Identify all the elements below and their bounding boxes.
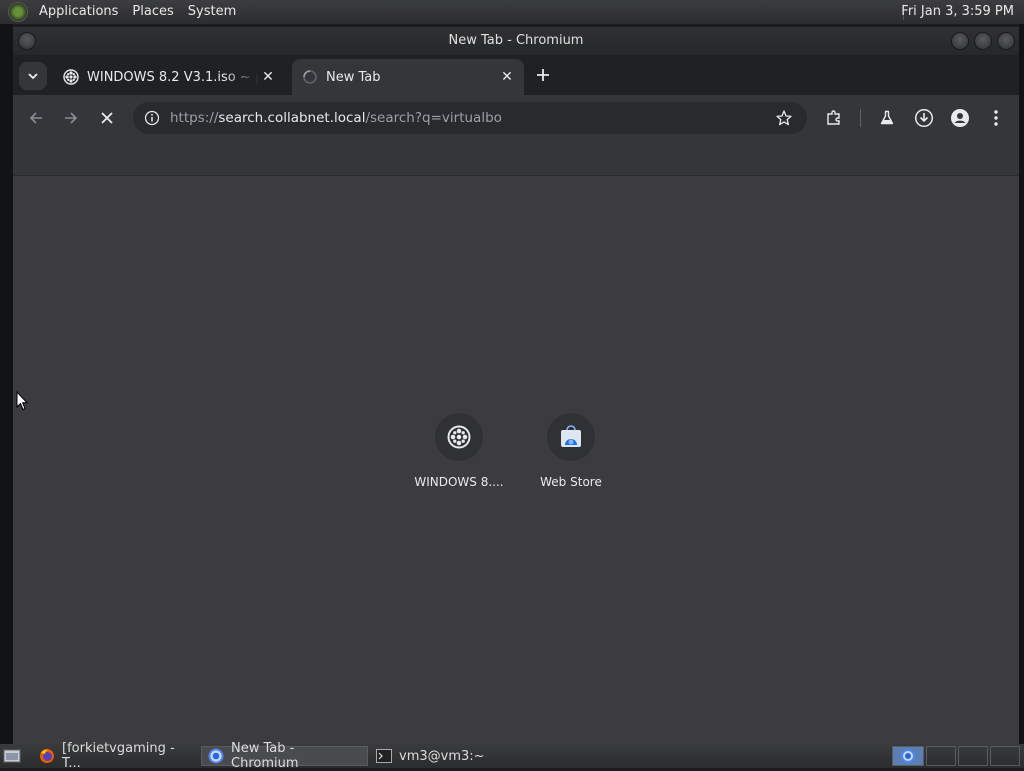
- shortcut-icon-circle: [547, 413, 595, 461]
- chromium-icon: [208, 748, 224, 764]
- chromium-icon: [901, 749, 915, 763]
- taskbar-item-label: vm3@vm3:~: [399, 748, 485, 764]
- bookmarks-bar: [13, 141, 1019, 176]
- profile-button[interactable]: [949, 107, 971, 129]
- site-info-icon[interactable]: [144, 110, 160, 126]
- applications-menu[interactable]: Applications: [32, 0, 125, 24]
- firefox-icon: [39, 748, 55, 764]
- system-menu[interactable]: System: [181, 0, 243, 24]
- web-store-icon: [561, 425, 581, 447]
- mouse-pointer-icon: [16, 391, 28, 411]
- close-tab-icon[interactable]: ✕: [259, 68, 277, 86]
- places-menu[interactable]: Places: [125, 0, 180, 24]
- url-scheme: https://: [170, 110, 219, 126]
- download-icon: [914, 108, 934, 128]
- workspace-2[interactable]: [926, 746, 956, 766]
- shortcut-tile-windows[interactable]: WINDOWS 8....: [409, 413, 509, 489]
- tab-windows-iso[interactable]: WINDOWS 8.2 V3.1.iso ~ pixeldrain ✕: [53, 59, 285, 95]
- new-tab-button[interactable]: [531, 63, 555, 87]
- window-menu-icon[interactable]: [18, 32, 36, 50]
- flask-icon: [880, 110, 894, 125]
- taskbar-item-label: [forkietvgaming - T...: [62, 741, 175, 771]
- window-title: New Tab - Chromium: [448, 33, 584, 48]
- workspace-1[interactable]: [892, 746, 924, 766]
- close-window-button[interactable]: [997, 32, 1015, 50]
- more-vert-icon: [994, 110, 998, 126]
- terminal-icon: [376, 748, 392, 764]
- labs-button[interactable]: [876, 107, 898, 129]
- reel-icon: [447, 425, 471, 449]
- workspace-3[interactable]: [958, 746, 988, 766]
- bottom-panel: [forkietvgaming - T... New Tab - Chromiu…: [0, 741, 1024, 771]
- maximize-button[interactable]: [974, 32, 992, 50]
- tab-title: New Tab: [326, 69, 381, 85]
- taskbar-item-chromium[interactable]: New Tab - Chromium: [201, 741, 368, 771]
- taskbar-item-terminal[interactable]: vm3@vm3:~: [370, 746, 536, 766]
- back-button[interactable]: [22, 104, 50, 132]
- arrow-right-icon: [65, 112, 78, 124]
- tab-strip: WINDOWS 8.2 V3.1.iso ~ pixeldrain ✕ New …: [13, 55, 1019, 95]
- bookmark-star-icon[interactable]: [775, 109, 793, 127]
- close-tab-icon[interactable]: ✕: [498, 68, 516, 86]
- new-tab-page: WINDOWS 8.... Web Store: [13, 176, 1019, 744]
- panel-clock[interactable]: Fri Jan 3, 3:59 PM: [895, 0, 1020, 24]
- workspace-4[interactable]: [990, 746, 1020, 766]
- forward-button[interactable]: [57, 104, 85, 132]
- taskbar-item-firefox[interactable]: [forkietvgaming - T...: [33, 741, 199, 771]
- desktop-edge-right: [1019, 24, 1024, 744]
- taskbar-item-label: New Tab - Chromium: [231, 741, 299, 771]
- close-icon: [101, 112, 113, 124]
- loading-spinner-icon: [302, 69, 318, 85]
- toolbar-separator: [860, 109, 861, 127]
- plus-icon: [537, 69, 549, 81]
- reel-icon: [63, 69, 79, 85]
- desktop-edge-left: [0, 24, 13, 744]
- address-bar[interactable]: https://search.collabnet.local/search?q=…: [133, 102, 807, 134]
- top-panel: Applications Places System Fri Jan 3, 3:…: [0, 0, 1024, 24]
- puzzle-icon: [827, 110, 840, 125]
- url-host: search.collabnet.local: [218, 110, 366, 126]
- shortcut-icon-circle: [435, 413, 483, 461]
- minimize-button[interactable]: [951, 32, 969, 50]
- browser-toolbar: https://search.collabnet.local/search?q=…: [13, 95, 1019, 141]
- shortcut-label: Web Store: [540, 475, 602, 489]
- tab-new-tab[interactable]: New Tab ✕: [292, 59, 524, 95]
- shortcut-tile-web-store[interactable]: Web Store: [521, 413, 621, 489]
- url-path: /search?q=virtualbo: [365, 110, 502, 126]
- arrow-left-icon: [29, 112, 42, 124]
- show-desktop-button[interactable]: [0, 746, 24, 766]
- desktop-icon: [3, 749, 21, 763]
- chrome-menu-button[interactable]: [985, 107, 1007, 129]
- browser-window: New Tab - Chromium WINDOWS 8.2 V3.1.iso …: [13, 27, 1019, 744]
- account-icon: [951, 109, 969, 127]
- tab-title: WINDOWS 8.2 V3.1.iso ~ pixeldrain: [87, 69, 259, 85]
- tab-search-button[interactable]: [19, 62, 47, 90]
- stop-loading-button[interactable]: [93, 104, 121, 132]
- shortcut-label: WINDOWS 8....: [414, 475, 504, 489]
- downloads-button[interactable]: [913, 107, 935, 129]
- url-text: https://search.collabnet.local/search?q=…: [170, 110, 502, 126]
- distro-logo-icon[interactable]: [8, 2, 28, 22]
- extensions-button[interactable]: [823, 107, 845, 129]
- window-titlebar[interactable]: New Tab - Chromium: [13, 27, 1019, 55]
- chevron-down-icon: [28, 73, 38, 79]
